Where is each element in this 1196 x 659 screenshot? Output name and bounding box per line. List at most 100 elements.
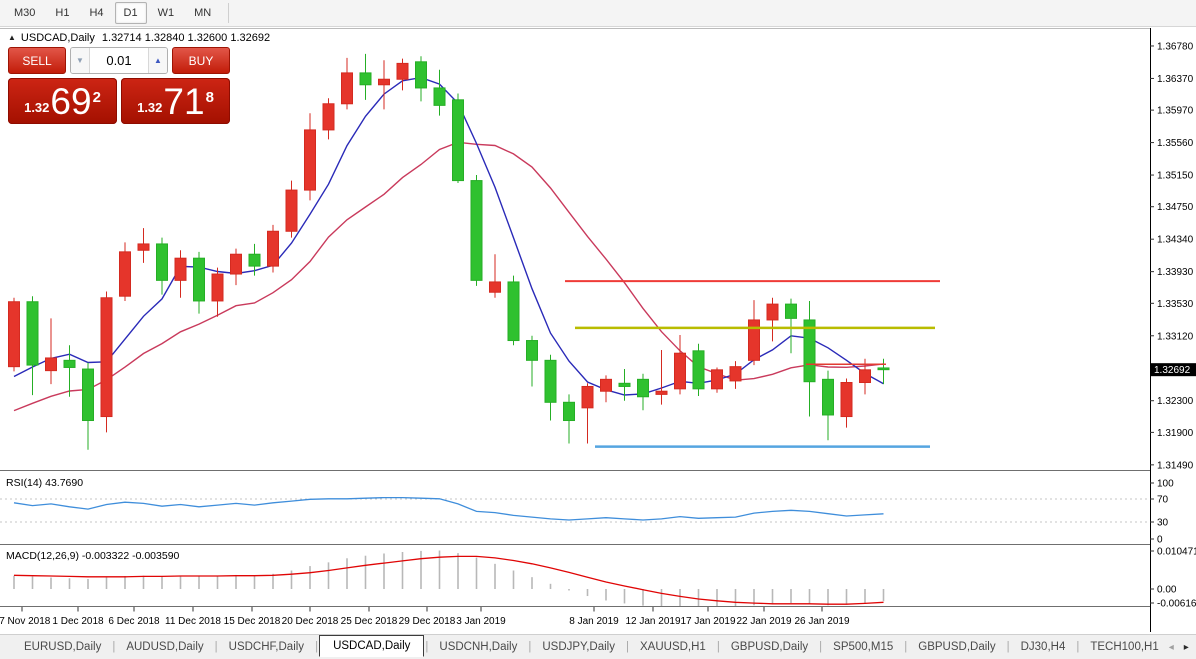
- tab-gbpusd-daily[interactable]: GBPUSD,Daily: [908, 637, 1005, 657]
- candle-body: [786, 304, 797, 318]
- candle-body: [860, 370, 871, 383]
- price-axis-label: 1.33120: [1157, 331, 1194, 342]
- candle-body: [508, 282, 519, 341]
- price-axis-label: 1.33930: [1157, 267, 1194, 278]
- timeframe-toolbar: M30H1H4D1W1MN: [0, 0, 1196, 27]
- date-axis-label: 8 Jan 2019: [569, 616, 619, 627]
- candle-body: [101, 298, 112, 417]
- timeframe-button-mn[interactable]: MN: [185, 2, 220, 24]
- candle-body: [823, 379, 834, 415]
- candle-body: [619, 383, 630, 386]
- sell-price-prefix: 1.32: [24, 100, 49, 115]
- candle-body: [434, 88, 445, 105]
- tab-gbpusd-daily[interactable]: GBPUSD,Daily: [721, 637, 818, 657]
- volume-stepper[interactable]: ▼ 0.01 ▲: [70, 47, 168, 74]
- sell-button[interactable]: SELL: [8, 47, 66, 74]
- price-axis-label: 1.34340: [1157, 235, 1194, 246]
- collapse-panel-icon[interactable]: ▲: [8, 33, 16, 42]
- rsi-axis-label: 70: [1157, 495, 1169, 506]
- rsi-axis-label: 30: [1157, 518, 1169, 529]
- chart-ohlc-values: 1.32714 1.32840 1.32600 1.32692: [102, 32, 270, 44]
- candle-body: [286, 190, 297, 231]
- volume-decrease-icon[interactable]: ▼: [71, 48, 90, 73]
- date-axis-label: 22 Jan 2019: [736, 616, 791, 627]
- candle-body: [471, 181, 482, 281]
- date-axis-label: 11 Dec 2018: [165, 616, 221, 627]
- one-click-trading-panel: SELL ▼ 0.01 ▲ BUY 1.32 69 2 1.32 71 8: [8, 47, 230, 124]
- sell-price-box[interactable]: 1.32 69 2: [8, 78, 117, 124]
- rsi-axis-label: 100: [1157, 479, 1174, 490]
- candle-body: [749, 320, 760, 360]
- candle-body: [175, 258, 186, 280]
- tabs-scroll-right-icon[interactable]: ▸: [1184, 642, 1189, 653]
- tab-usdchf-daily[interactable]: USDCHF,Daily: [219, 637, 314, 657]
- date-axis-label: 12 Jan 2019: [625, 616, 680, 627]
- timeframe-button-w1[interactable]: W1: [149, 2, 184, 24]
- volume-increase-icon[interactable]: ▲: [148, 48, 167, 73]
- tab-usdjpy-daily[interactable]: USDJPY,Daily: [532, 637, 625, 657]
- candle-body: [545, 360, 556, 402]
- candle-body: [730, 367, 741, 381]
- tab-xauusd-h1[interactable]: XAUUSD,H1: [630, 637, 716, 657]
- date-axis-label: 26 Jan 2019: [794, 616, 849, 627]
- candle-body: [693, 351, 704, 389]
- candle-body: [323, 104, 334, 130]
- sell-price-sup: 2: [93, 89, 101, 106]
- macd-axis-label: 0.010471: [1157, 547, 1196, 558]
- tabs-scroll-left-icon[interactable]: ◂: [1169, 642, 1174, 653]
- rsi-axis-label: 0: [1157, 535, 1163, 546]
- tab-tech100-h1[interactable]: TECH100,H1: [1080, 637, 1168, 657]
- chart-title: ▲ USDCAD,Daily 1.32714 1.32840 1.32600 1.3…: [8, 32, 270, 44]
- candle-body: [46, 358, 57, 371]
- buy-price-box[interactable]: 1.32 71 8: [121, 78, 230, 124]
- candle-body: [601, 379, 612, 391]
- tab-dj30-h4[interactable]: DJ30,H4: [1011, 637, 1076, 657]
- rsi-value: 43.7690: [45, 477, 83, 489]
- date-axis-label: 1 Dec 2018: [52, 616, 104, 627]
- candle-body: [194, 258, 205, 301]
- chart-symbol-label: USDCAD,Daily: [21, 32, 95, 44]
- timeframe-button-d1[interactable]: D1: [115, 2, 147, 24]
- candle-body: [64, 360, 75, 367]
- timeframe-button-h1[interactable]: H1: [46, 2, 78, 24]
- candle-body: [582, 386, 593, 407]
- candle-body: [656, 391, 667, 394]
- tab-usdcnh-daily[interactable]: USDCNH,Daily: [429, 637, 527, 657]
- date-axis-label: 27 Nov 2018: [0, 616, 51, 627]
- candle-body: [157, 244, 168, 280]
- date-axis-label: 29 Dec 2018: [399, 616, 456, 627]
- current-price-label: 1.32692: [1154, 365, 1191, 376]
- symbol-tab-bar: EURUSD,Daily|AUDUSD,Daily|USDCHF,Daily|U…: [0, 634, 1196, 659]
- candle-body: [231, 254, 242, 274]
- volume-value[interactable]: 0.01: [90, 48, 148, 73]
- tab-sp500-m15[interactable]: SP500,M15: [823, 637, 903, 657]
- tab-eurusd-daily[interactable]: EURUSD,Daily: [14, 637, 111, 657]
- date-axis-label: 25 Dec 2018: [341, 616, 398, 627]
- candle-body: [712, 370, 723, 389]
- candle-body: [360, 73, 371, 85]
- timeframe-button-h4[interactable]: H4: [80, 2, 112, 24]
- price-axis-label: 1.36370: [1157, 74, 1194, 85]
- price-axis-label: 1.34750: [1157, 202, 1194, 213]
- date-axis-label: 3 Jan 2019: [456, 616, 506, 627]
- sell-price-big: 69: [50, 83, 91, 120]
- candle-body: [397, 63, 408, 79]
- buy-price-prefix: 1.32: [137, 100, 162, 115]
- candle-body: [138, 244, 149, 250]
- candle-body: [675, 353, 686, 389]
- candle-body: [379, 79, 390, 85]
- buy-price-big: 71: [163, 83, 204, 120]
- buy-button[interactable]: BUY: [172, 47, 230, 74]
- candle-body: [120, 252, 131, 296]
- timeframe-button-m30[interactable]: M30: [5, 2, 44, 24]
- candle-body: [638, 379, 649, 396]
- price-axis-label: 1.31900: [1157, 428, 1194, 439]
- price-axis-label: 1.35560: [1157, 138, 1194, 149]
- price-axis-label: 1.35970: [1157, 106, 1194, 117]
- tab-audusd-daily[interactable]: AUDUSD,Daily: [116, 637, 213, 657]
- rsi-name: RSI(14): [6, 477, 42, 489]
- tab-usdcad-daily[interactable]: USDCAD,Daily: [319, 635, 424, 657]
- toolbar-separator: [228, 3, 229, 23]
- date-axis-label: 20 Dec 2018: [282, 616, 339, 627]
- candle-body: [841, 383, 852, 417]
